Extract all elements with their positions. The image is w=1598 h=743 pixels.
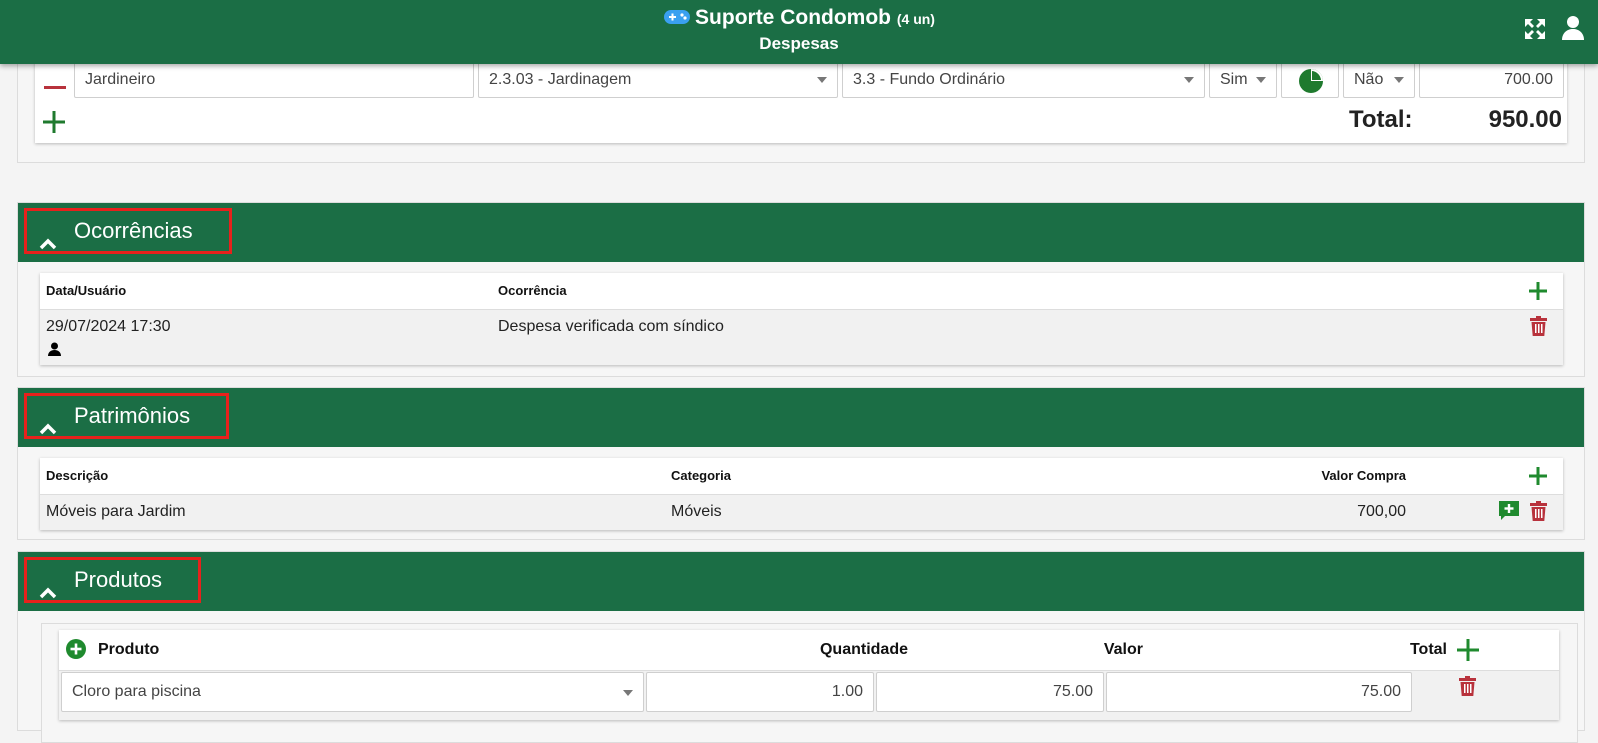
trash-icon[interactable] xyxy=(1459,676,1476,701)
ocorrencia-date: 29/07/2024 17:30 xyxy=(46,318,171,335)
app-name: Suporte Condomob xyxy=(695,6,892,29)
ocorrencias-title: Ocorrências xyxy=(74,218,193,243)
patrimonio-value: 700,00 xyxy=(1357,503,1406,520)
option1-select[interactable]: Sim xyxy=(1209,62,1277,98)
option2-value: Não xyxy=(1354,71,1384,88)
column-header: Descrição xyxy=(46,468,109,483)
page-title: Despesas xyxy=(759,34,839,53)
total-label: Total: xyxy=(1349,106,1413,133)
add-ocorrencia-icon[interactable] xyxy=(1529,282,1547,305)
ocorrencias-header: Ocorrências xyxy=(18,203,1584,262)
column-header: Ocorrência xyxy=(498,283,567,298)
column-header: Total xyxy=(1409,641,1447,658)
ocorrencias-table: Data/Usuário Ocorrência 29/07/2024 17:30… xyxy=(40,273,1563,365)
quantity-input[interactable]: 1.00 xyxy=(646,672,874,712)
ocorrencias-toggle[interactable]: Ocorrências xyxy=(24,208,232,254)
add-item-icon[interactable] xyxy=(43,111,65,138)
chevron-up-icon xyxy=(39,408,57,448)
expand-icon[interactable] xyxy=(1523,17,1547,46)
user-icon[interactable] xyxy=(1561,15,1585,46)
pie-chart-button[interactable] xyxy=(1281,62,1339,98)
add-circle-icon[interactable] xyxy=(66,639,86,664)
chevron-down-icon xyxy=(1394,77,1404,83)
chevron-down-icon xyxy=(817,77,827,83)
expense-items-panel: Jardineiro 2.3.03 - Jardinagem 3.3 - Fun… xyxy=(17,50,1585,163)
trash-icon[interactable] xyxy=(1530,316,1547,341)
patrimonio-description: Móveis para Jardim xyxy=(46,503,186,520)
trash-icon[interactable] xyxy=(1530,501,1547,526)
expense-items-card: Jardineiro 2.3.03 - Jardinagem 3.3 - Fun… xyxy=(35,51,1567,143)
column-header: Categoria xyxy=(671,468,731,483)
column-header: Quantidade xyxy=(819,641,908,658)
units-count: (4 un) xyxy=(896,11,935,27)
produtos-title: Produtos xyxy=(74,567,163,592)
column-header: Produto xyxy=(98,641,160,658)
table-row: 29/07/2024 17:30 Despesa verificada com … xyxy=(40,309,1563,365)
item-category-value: 2.3.03 - Jardinagem xyxy=(489,71,632,88)
chevron-up-icon xyxy=(39,572,57,612)
option1-value: Sim xyxy=(1220,71,1248,88)
column-header: Valor Compra xyxy=(1321,468,1406,483)
chevron-down-icon xyxy=(1184,77,1194,83)
patrimonios-title: Patrimônios xyxy=(74,403,191,428)
user-icon xyxy=(48,342,61,361)
ocorrencias-section: Ocorrências Data/Usuário Ocorrência 29/0… xyxy=(17,202,1585,377)
add-patrimonio-icon[interactable] xyxy=(1529,467,1547,490)
chevron-up-icon xyxy=(39,223,57,263)
add-comment-icon[interactable] xyxy=(1499,501,1519,526)
item-fund-value: 3.3 - Fundo Ordinário xyxy=(853,71,1006,88)
unit-value-input[interactable]: 75.00 xyxy=(876,672,1104,712)
gamepad-icon xyxy=(663,7,691,33)
chevron-down-icon xyxy=(1256,77,1266,83)
produtos-toggle[interactable]: Produtos xyxy=(24,557,202,603)
option2-select[interactable]: Não xyxy=(1343,62,1415,98)
patrimonio-category: Móveis xyxy=(671,503,722,520)
table-row: Cloro para piscina 1.00 75.00 75.00 xyxy=(59,670,1559,720)
pie-chart-icon xyxy=(1298,68,1324,97)
produtos-section: Produtos Produto Quantidade Valor Total … xyxy=(17,551,1585,743)
product-total-input[interactable]: 75.00 xyxy=(1106,672,1412,712)
column-header: Valor xyxy=(1103,641,1143,658)
patrimonios-section: Patrimônios Descrição Categoria Valor Co… xyxy=(17,387,1585,540)
table-row: Móveis para Jardim Móveis 700,00 xyxy=(40,494,1563,530)
produtos-container: Produto Quantidade Valor Total Cloro par… xyxy=(41,623,1578,743)
produtos-table: Produto Quantidade Valor Total Cloro par… xyxy=(59,630,1559,720)
column-header: Data/Usuário xyxy=(46,283,127,298)
top-bar: Suporte Condomob (4 un) Despesas xyxy=(0,0,1598,64)
produtos-header: Produtos xyxy=(18,552,1584,611)
remove-item-icon[interactable] xyxy=(44,77,66,95)
patrimonios-table: Descrição Categoria Valor Compra Móveis … xyxy=(40,458,1563,530)
chevron-down-icon xyxy=(623,690,633,696)
product-value: Cloro para piscina xyxy=(72,683,201,700)
patrimonios-header: Patrimônios xyxy=(18,388,1584,447)
total-value: 950.00 xyxy=(1488,106,1562,133)
app-title: Suporte Condomob (4 un) xyxy=(0,5,1598,33)
item-description-input[interactable]: Jardineiro xyxy=(74,62,474,98)
item-value-input[interactable]: 700.00 xyxy=(1419,62,1564,98)
ocorrencia-text: Despesa verificada com síndico xyxy=(498,318,724,335)
item-category-select[interactable]: 2.3.03 - Jardinagem xyxy=(478,62,838,98)
product-select[interactable]: Cloro para piscina xyxy=(61,672,644,712)
add-product-icon[interactable] xyxy=(1457,639,1479,666)
patrimonios-toggle[interactable]: Patrimônios xyxy=(24,393,230,439)
item-fund-select[interactable]: 3.3 - Fundo Ordinário xyxy=(842,62,1205,98)
